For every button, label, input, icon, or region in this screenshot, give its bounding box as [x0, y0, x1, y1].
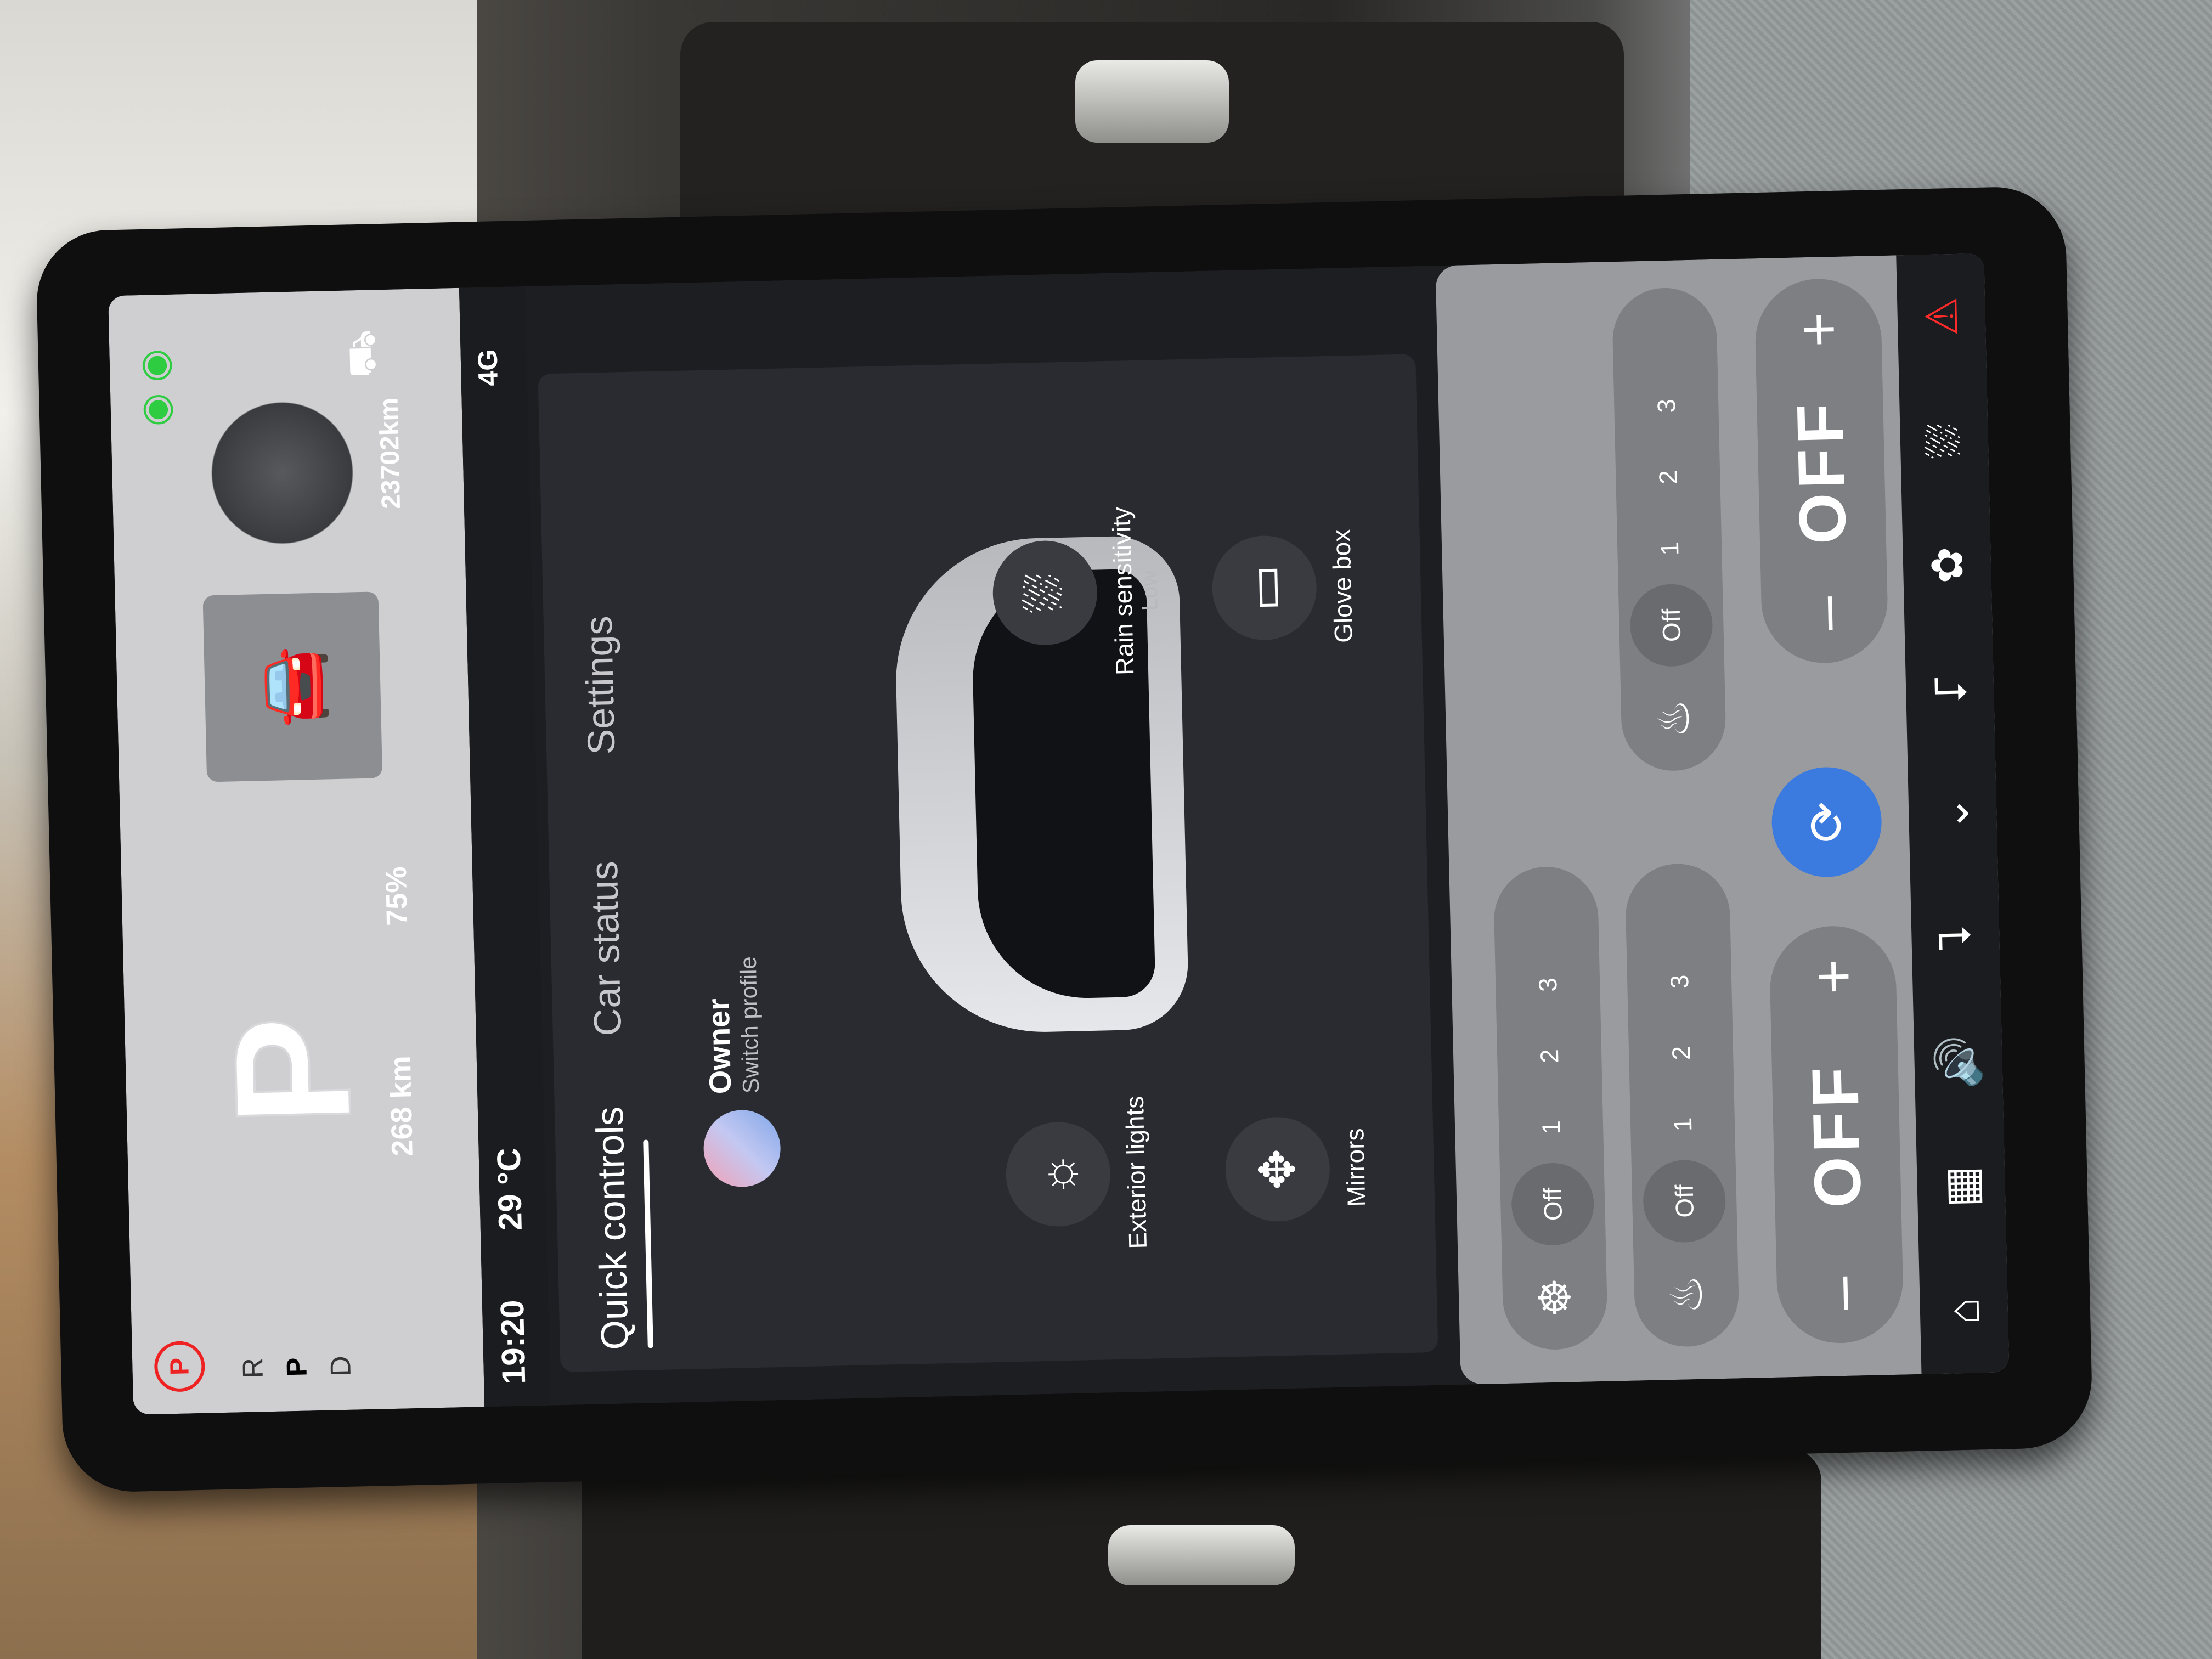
profile-name[interactable]: Owner	[700, 998, 738, 1094]
glove-box-icon: ▭	[1211, 534, 1318, 641]
signal-indicator: 4G	[472, 349, 504, 387]
headlight-indicator-icon: ◉ ◉	[132, 348, 177, 427]
rain-sensitivity-control[interactable]: ⛆ Rain sensitivity Low	[991, 503, 1164, 682]
tab-settings[interactable]: Settings	[575, 580, 624, 790]
headlight-icon: ☼	[1005, 1121, 1111, 1228]
sync-icon: ⟳	[1799, 800, 1855, 844]
driver-seat-heat-control[interactable]: ♨ Off 1 2 3	[1624, 862, 1740, 1348]
status-panel: P R P D P 268 km 75% 🚘 23702km ◉ ◉ ⛟	[108, 287, 485, 1415]
seat-heat-icon: ♨	[1648, 698, 1699, 739]
heat-step-2[interactable]: 2	[1534, 1020, 1565, 1092]
apps-icon[interactable]: ▦	[1934, 1137, 1988, 1237]
passenger-heat-step-1[interactable]: 1	[1654, 512, 1685, 584]
tab-car-status[interactable]: Car status	[582, 833, 631, 1064]
tablet-bezel: P R P D P 268 km 75% 🚘 23702km ◉ ◉ ⛟ 19:…	[35, 185, 2094, 1493]
passenger-temp-increase-button[interactable]: +	[1783, 311, 1853, 348]
mirrors-control[interactable]: ✥ Mirrors	[1223, 1080, 1372, 1259]
steering-wheel-heat-icon: ☸	[1530, 1277, 1580, 1318]
car-ui: P R P D P 268 km 75% 🚘 23702km ◉ ◉ ⛟ 19:…	[108, 253, 2010, 1415]
tab-underline	[643, 1139, 653, 1348]
mirrors-label: Mirrors	[1340, 1128, 1371, 1207]
passenger-heat-step-3[interactable]: 3	[1651, 370, 1682, 442]
current-gear: P	[198, 1013, 386, 1129]
car-thumbnail[interactable]	[198, 388, 366, 557]
passenger-heat-step-2[interactable]: 2	[1652, 441, 1684, 513]
driver-temperature-control: – OFF +	[1768, 924, 1905, 1345]
range: 268 km	[383, 1055, 419, 1157]
heat-step-3[interactable]: 3	[1532, 949, 1564, 1020]
seat-heat-icon: ♨	[1661, 1274, 1712, 1315]
car-view-button[interactable]: 🚘	[202, 591, 383, 782]
heat-step-off[interactable]: Off	[1510, 1162, 1595, 1246]
clock: 19:20	[493, 1299, 533, 1385]
defrost-icon[interactable]: ⛆	[1917, 391, 1971, 490]
clamp-top	[1075, 60, 1229, 143]
driver-temp-value: OFF	[1798, 1062, 1875, 1209]
tab-quick-controls[interactable]: Quick controls	[587, 1085, 637, 1372]
gear-d[interactable]: D	[319, 1344, 364, 1389]
passenger-temperature-control: – OFF +	[1754, 277, 1889, 665]
hazard-icon[interactable]: ⚠	[1915, 267, 1968, 366]
tablet-screen: P R P D P 268 km 75% 🚘 23702km ◉ ◉ ⛟ 19:…	[108, 253, 2010, 1415]
mirror-icon: ✥	[1224, 1116, 1331, 1223]
battery-level: 75%	[379, 866, 414, 927]
driver-temp-decrease-button[interactable]: –	[1805, 1276, 1875, 1311]
rain-sensitivity-label: Rain sensitivity	[1107, 506, 1139, 676]
exterior-lights-control[interactable]: ☼ Exterior lights	[1004, 1085, 1153, 1263]
gear-r[interactable]: R	[231, 1346, 276, 1391]
tab-bar: Quick controls Car status Settings	[549, 371, 681, 1372]
driver-temp-increase-button[interactable]: +	[1798, 958, 1868, 995]
switch-profile-link[interactable]: Switch profile	[735, 956, 765, 1094]
outside-temperature: 29 °C	[490, 1147, 529, 1231]
glove-box-label: Glove box	[1327, 529, 1358, 644]
seat-heat-step-off[interactable]: Off	[1642, 1159, 1726, 1244]
seat-heat-step-2[interactable]: 2	[1666, 1017, 1697, 1089]
passenger-temp-decrease-button[interactable]: –	[1790, 596, 1860, 631]
passenger-temp-value: OFF	[1783, 398, 1860, 545]
seat-heat-step-3[interactable]: 3	[1664, 946, 1695, 1018]
odometer: 23702km	[374, 397, 407, 510]
heat-step-1[interactable]: 1	[1536, 1091, 1567, 1163]
passenger-seat-heat-control[interactable]: ♨ Off 1 2 3	[1611, 286, 1727, 772]
car-top-icon: 🚘	[254, 645, 330, 729]
exterior-lights-label: Exterior lights	[1120, 1096, 1152, 1250]
passenger-heat-step-off[interactable]: Off	[1629, 583, 1714, 668]
wiper-icon: ⛆	[991, 539, 1098, 646]
volume-icon[interactable]: 🔊	[1932, 1012, 1985, 1112]
clamp-bottom	[1108, 1525, 1295, 1585]
gear-selector[interactable]: R P D	[231, 1344, 364, 1390]
parking-brake-icon: P	[154, 1340, 206, 1392]
gear-p[interactable]: P	[275, 1345, 320, 1390]
driver-seat-icon[interactable]: ⮧	[1929, 888, 1982, 988]
steering-wheel-heat-control[interactable]: ☸ Off 1 2 3	[1493, 865, 1609, 1351]
glove-box-control[interactable]: ▭ Glove box	[1210, 498, 1359, 677]
passenger-seat-icon[interactable]: ⮦	[1923, 640, 1977, 740]
chevron-down-icon[interactable]: ⌄	[1926, 764, 1979, 864]
fan-icon[interactable]: ✿	[1921, 515, 1974, 615]
door-open-icon: ⛟	[340, 329, 384, 379]
seat-heat-step-1[interactable]: 1	[1667, 1088, 1699, 1160]
rain-sensitivity-value: Low	[1137, 570, 1163, 611]
home-icon[interactable]: ⌂	[1938, 1261, 1990, 1361]
